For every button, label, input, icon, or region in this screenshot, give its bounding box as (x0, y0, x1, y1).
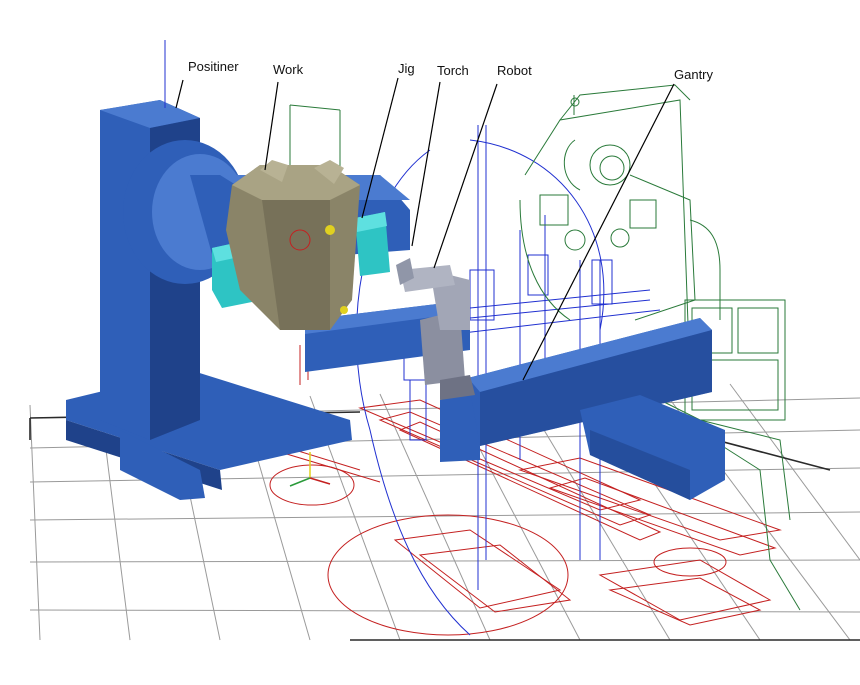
label-gantry: Gantry (674, 67, 714, 82)
label-robot: Robot (497, 63, 532, 78)
label-torch: Torch (437, 63, 469, 78)
gantry (305, 300, 725, 500)
robot-cell-3d-view (29, 40, 860, 641)
work-piece (226, 160, 360, 330)
label-jig: Jig (398, 61, 415, 76)
label-positioner: Positiner (188, 59, 239, 74)
label-work: Work (273, 62, 304, 77)
